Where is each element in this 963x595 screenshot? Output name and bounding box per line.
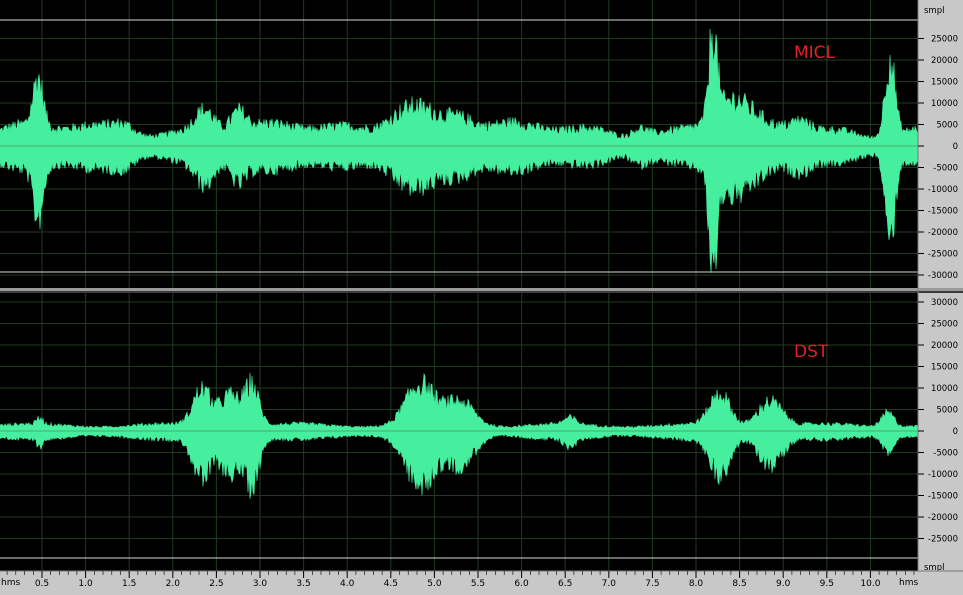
- channel-micl-tick-label: 25000: [931, 35, 958, 45]
- time-ruler-label: 9.0: [776, 579, 791, 589]
- channel-micl-tick-label: 10000: [931, 99, 958, 109]
- time-ruler-label: 0.5: [35, 579, 49, 589]
- channel-micl-tick-label: 0: [953, 142, 958, 152]
- channel-dst-tick-label: 5000: [936, 406, 958, 416]
- time-ruler-label: 10.0: [860, 579, 880, 589]
- time-ruler-label: 5.0: [427, 579, 442, 589]
- waveform-view[interactable]: MICL DST smpl 25000 20000 15000 10000 5000 0 -…: [0, 0, 963, 595]
- time-ruler-label: 1.0: [78, 579, 93, 589]
- channel-dst-tick-label: 20000: [931, 341, 958, 351]
- amplitude-ruler[interactable]: smpl 25000 20000 15000 10000 5000 0 -5000 -1000…: [917, 0, 963, 573]
- time-ruler-label: 2.5: [209, 579, 223, 589]
- channel-micl-tick-label: -10000: [928, 185, 958, 195]
- channel-dst-label: DST: [794, 342, 829, 362]
- time-ruler-label: 3.5: [296, 579, 310, 589]
- channel-dst-tick-label: -20000: [928, 513, 958, 523]
- time-ruler-label: 6.5: [558, 579, 572, 589]
- channel-dst-tick-label: -10000: [928, 470, 958, 480]
- time-ruler-unit-right: hms: [899, 578, 918, 588]
- time-ruler-label: 5.5: [471, 579, 485, 589]
- time-ruler-label: 7.5: [645, 579, 659, 589]
- channel-dst-tick-label: -15000: [928, 492, 958, 502]
- time-ruler-label: 7.0: [602, 579, 617, 589]
- time-ruler[interactable]: hms hms 0.5 1.0 1.5 2.0 2.5 3.0 3.5 4.0 4.5 5.0 5.…: [0, 570, 963, 595]
- channel-micl-tick-label: 15000: [931, 78, 958, 88]
- time-ruler-label: 2.0: [166, 579, 181, 589]
- channel-dst-tick-label: 10000: [931, 384, 958, 394]
- channel-dst-tick-label: -5000: [933, 449, 958, 459]
- channel-dst-tick-label: 0: [953, 427, 958, 437]
- time-ruler-unit-left: hms: [1, 578, 20, 588]
- channel-micl-tick-label: -5000: [933, 164, 958, 174]
- channel-micl-tick-label: -30000: [928, 271, 958, 281]
- channel-micl[interactable]: MICL: [0, 0, 919, 288]
- time-ruler-label: 1.5: [122, 579, 136, 589]
- time-ruler-label: 8.5: [732, 579, 746, 589]
- channel-dst-tick-label: 30000: [931, 298, 958, 308]
- channel-dst[interactable]: DST: [0, 293, 919, 571]
- time-ruler-label: 3.0: [253, 579, 268, 589]
- channel-micl-unit: smpl: [924, 6, 944, 16]
- time-ruler-label: 9.5: [820, 579, 834, 589]
- time-ruler-label: 4.5: [384, 579, 398, 589]
- channel-dst-tick-label: 15000: [931, 363, 958, 373]
- channel-micl-tick-label: -20000: [928, 228, 958, 238]
- channel-micl-tick-label: -25000: [928, 250, 958, 260]
- time-ruler-label: 8.0: [689, 579, 704, 589]
- channel-micl-tick-label: 5000: [936, 121, 958, 131]
- channel-micl-tick-label: 20000: [931, 56, 958, 66]
- channel-micl-label: MICL: [794, 43, 836, 63]
- channel-dst-tick-label: 25000: [931, 320, 958, 330]
- channel-micl-tick-label: -15000: [928, 207, 958, 217]
- waveform-editor[interactable]: MICL DST smpl 25000 20000 15000 10000 5000 0 -…: [0, 0, 963, 595]
- channel-dst-tick-label: -25000: [928, 535, 958, 545]
- channel-divider-shadow: [0, 291, 963, 293]
- time-ruler-label: 4.0: [340, 579, 355, 589]
- channel-divider[interactable]: [0, 288, 963, 291]
- time-ruler-label: 6.0: [514, 579, 529, 589]
